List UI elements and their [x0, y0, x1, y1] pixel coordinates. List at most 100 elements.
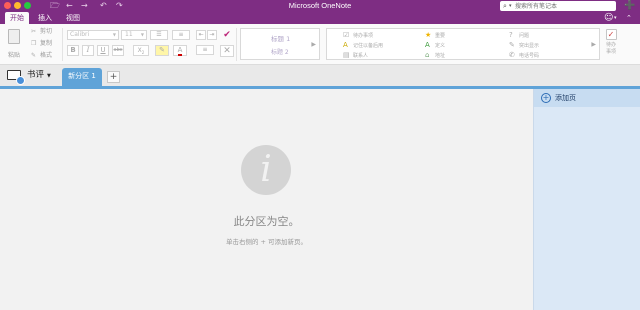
- tag-address-label: 地址: [435, 53, 446, 59]
- tag-contact-label: 联系人: [353, 53, 369, 59]
- format-label: 格式: [40, 52, 53, 59]
- clear-format-icon[interactable]: ✕: [220, 45, 234, 57]
- todo-label-line1: 待办: [605, 42, 616, 48]
- tag-contact[interactable]: ▤ 联系人: [343, 51, 368, 60]
- tag-remember-label: 记住以备后用: [353, 43, 384, 49]
- add-page-button[interactable]: + 添加页: [534, 89, 640, 107]
- empty-section-title: 此分区为空。: [233, 215, 300, 228]
- chevron-down-icon[interactable]: ▾: [509, 1, 512, 11]
- bold-button[interactable]: B: [67, 45, 79, 56]
- clipboard-icon: [8, 29, 20, 44]
- align-button[interactable]: ≡: [196, 45, 214, 55]
- paintbrush-icon: ✎: [31, 52, 37, 59]
- styles-gallery[interactable]: 标题 1 标题 2 ▶: [240, 28, 320, 60]
- chevron-down-icon: ▼: [112, 32, 116, 37]
- checkbox-icon: ☑: [343, 31, 350, 39]
- tag-definition-label: 定义: [435, 43, 446, 49]
- highlight-button[interactable]: ✎: [155, 45, 169, 56]
- divider: [62, 28, 63, 61]
- tag-address[interactable]: ⌂ 地址: [425, 51, 445, 60]
- tags-gallery[interactable]: ☑ 待办事项 A 记住以备后用 ▤ 联系人 ★ 重要 A 定义 ⌂ 地址 ? 问题 ✎ 突出显示…: [326, 28, 600, 60]
- font-size-value: 11: [125, 31, 133, 38]
- title-bar: 🗁 ← → ↶ ↷ Microsoft OneNote ⌕ ▾ ➕: [0, 0, 640, 12]
- tag-important[interactable]: ★ 重要: [425, 31, 445, 40]
- section-tab[interactable]: 新分区 1: [62, 68, 102, 86]
- style-heading1[interactable]: 标题 1: [271, 33, 290, 43]
- copy-icon: ❐: [31, 40, 37, 47]
- page-canvas[interactable]: i 此分区为空。 单击右侧的 + 可添加新页。: [0, 89, 533, 310]
- plus-circle-icon: +: [541, 93, 551, 103]
- star-icon: ★: [425, 31, 432, 39]
- style-heading2[interactable]: 标题 2: [271, 47, 289, 56]
- tab-home[interactable]: 开始: [5, 12, 29, 24]
- cut-label: 剪切: [40, 28, 53, 35]
- scissors-icon: ✂: [31, 28, 37, 35]
- info-icon: i: [241, 145, 291, 195]
- todo-tag-button[interactable]: ✓ 待办 事项: [602, 28, 620, 62]
- chevron-right-icon[interactable]: ▶: [311, 41, 316, 48]
- increase-indent-button[interactable]: ⇥: [207, 30, 217, 40]
- chevron-down-icon[interactable]: ▾: [614, 12, 617, 24]
- tag-phone-label: 电话号码: [519, 53, 540, 59]
- bullets-button[interactable]: ☰: [150, 30, 168, 40]
- tag-todo[interactable]: ☑ 待办事项: [343, 31, 373, 40]
- tag-definition[interactable]: A 定义: [425, 41, 445, 50]
- font-name-value: Calibri: [70, 31, 90, 38]
- contact-card-icon: ▤: [343, 51, 350, 59]
- chevron-right-icon[interactable]: ▶: [591, 41, 596, 48]
- tag-phone[interactable]: ✆ 电话号码: [509, 51, 539, 60]
- house-icon: ⌂: [425, 51, 430, 59]
- search-input[interactable]: [515, 1, 613, 11]
- chevron-down-icon: ▼: [140, 32, 144, 37]
- font-name-select[interactable]: Calibri ▼: [67, 30, 119, 40]
- chevron-down-icon: ▼: [47, 73, 51, 79]
- todo-label-line2: 事项: [605, 49, 616, 55]
- tag-highlight[interactable]: ✎ 突出显示: [509, 41, 539, 50]
- tag-remember[interactable]: A 记住以备后用: [343, 41, 383, 50]
- notebook-name: 书评: [27, 70, 45, 80]
- underline-button[interactable]: U: [97, 45, 109, 56]
- subscript-button[interactable]: X2: [133, 45, 149, 56]
- paste-label: 粘贴: [7, 52, 20, 59]
- italic-button[interactable]: I: [82, 45, 94, 56]
- add-page-label: 添加页: [555, 94, 576, 102]
- notebook-bar: 书评 ▼ 新分区 1 +: [0, 65, 640, 86]
- font-color-button[interactable]: A: [173, 45, 187, 56]
- numbering-button[interactable]: ≡: [172, 30, 190, 40]
- smiley-feedback-icon[interactable]: ☺: [604, 13, 613, 23]
- share-user-icon[interactable]: ➕: [624, 0, 635, 12]
- tag-highlight-label: 突出显示: [519, 43, 540, 49]
- copy-button[interactable]: ❐ 复制: [31, 39, 52, 49]
- cut-button[interactable]: ✂ 剪切: [31, 27, 52, 37]
- paste-button[interactable]: 粘贴: [3, 27, 25, 62]
- add-section-button[interactable]: +: [107, 71, 120, 83]
- collapse-ribbon-icon[interactable]: ⌃: [626, 12, 632, 24]
- divider: [236, 28, 237, 61]
- pen-icon: ✎: [509, 41, 515, 49]
- tab-view[interactable]: 视图: [61, 12, 85, 24]
- spellcheck-icon[interactable]: ✔: [220, 28, 234, 42]
- tag-question[interactable]: ? 问题: [509, 31, 529, 40]
- ribbon-tab-bar: 开始 插入 视图 ☺ ▾ ⌃: [0, 12, 640, 24]
- tag-question-label: 问题: [519, 33, 530, 39]
- phone-icon: ✆: [509, 51, 515, 59]
- search-icon: ⌕: [503, 2, 507, 10]
- ribbon: 粘贴 ✂ 剪切 ❐ 复制 ✎ 格式 Calibri ▼ 11 ▼ B I U abc X2…: [0, 24, 640, 65]
- decrease-indent-button[interactable]: ⇤: [196, 30, 206, 40]
- tab-insert[interactable]: 插入: [33, 12, 57, 24]
- notebook-icon[interactable]: [7, 70, 25, 85]
- pages-pane: + 添加页: [533, 89, 640, 310]
- empty-section-hint: 单击右侧的 + 可添加新页。: [225, 238, 308, 246]
- font-size-select[interactable]: 11 ▼: [121, 30, 147, 40]
- question-icon: ?: [509, 31, 513, 39]
- highlighter-icon: A: [343, 41, 348, 49]
- tag-important-label: 重要: [435, 33, 446, 39]
- format-painter-button[interactable]: ✎ 格式: [31, 51, 52, 61]
- notebook-selector[interactable]: 书评 ▼: [27, 69, 51, 82]
- definition-icon: A: [425, 41, 430, 49]
- copy-label: 复制: [40, 40, 53, 47]
- search-box[interactable]: ⌕ ▾: [500, 1, 616, 11]
- checkmark-icon: ✓: [605, 29, 617, 40]
- strikethrough-button[interactable]: abc: [112, 45, 124, 56]
- tag-todo-label: 待办事项: [353, 33, 374, 39]
